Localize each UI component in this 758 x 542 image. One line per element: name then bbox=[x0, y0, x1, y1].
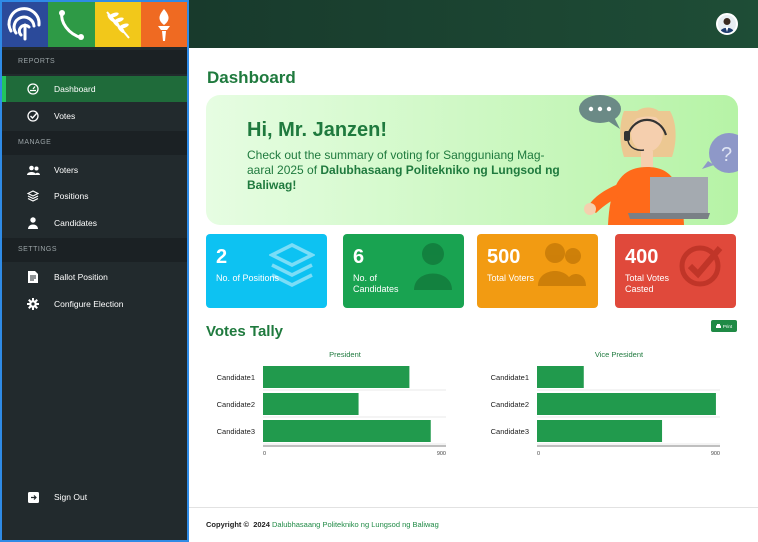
bar-candidate2[interactable] bbox=[537, 393, 716, 415]
sidebar-item-label: Positions bbox=[54, 191, 89, 201]
svg-text:?: ? bbox=[721, 144, 732, 166]
section-label-settings: SETTINGS bbox=[2, 238, 187, 262]
bar-candidate3[interactable] bbox=[537, 420, 663, 442]
bar-chart: Candidate1 Candidate2 Candidate3 0 900 bbox=[217, 366, 446, 457]
tick-label: 0 bbox=[537, 451, 540, 457]
copyright-prefix: Copyright © bbox=[206, 520, 250, 529]
user-icon bbox=[26, 216, 40, 230]
stat-label: No. of Candidates bbox=[353, 273, 399, 294]
users-icon bbox=[538, 243, 586, 286]
school-link[interactable]: Dalubhasaang Politekniko ng Lungsod ng B… bbox=[272, 520, 439, 529]
stat-value: 500 bbox=[487, 246, 521, 268]
category-label: Candidate2 bbox=[491, 400, 529, 409]
stat-card-voters[interactable]: 500 Total Voters bbox=[477, 234, 598, 308]
main-content: Dashboard Hi, Mr. Janzen! Check out the … bbox=[189, 48, 758, 542]
printer-icon bbox=[715, 323, 721, 328]
copyright-year: 2024 bbox=[253, 520, 270, 529]
torch-logo bbox=[140, 2, 187, 47]
votes-tally-title: Votes Tally bbox=[206, 323, 283, 340]
copyright-text: Copyright © 2024 Dalubhasaang Politeknik… bbox=[206, 520, 439, 529]
bar-candidate3[interactable] bbox=[263, 420, 431, 442]
tick-label: 900 bbox=[437, 451, 446, 457]
sidebar-item-dashboard[interactable]: Dashboard bbox=[2, 76, 187, 102]
chart-title: Vice President bbox=[594, 350, 644, 359]
print-button[interactable]: Print bbox=[711, 320, 737, 332]
page-title: Dashboard bbox=[207, 68, 296, 87]
sidebar-item-voters[interactable]: Voters bbox=[2, 157, 187, 183]
layers-icon bbox=[26, 189, 40, 203]
stat-value: 2 bbox=[216, 246, 228, 268]
bar-candidate1[interactable] bbox=[537, 366, 584, 388]
sign-out-icon bbox=[26, 490, 40, 504]
category-label: Candidate3 bbox=[217, 427, 255, 436]
check-circle-icon bbox=[26, 109, 40, 123]
sidebar-item-positions[interactable]: Positions bbox=[2, 183, 187, 209]
sidebar-item-label: Voters bbox=[54, 165, 79, 175]
stat-card-candidates[interactable]: 6 No. of Candidates bbox=[343, 234, 464, 308]
stat-value: 6 bbox=[353, 246, 365, 268]
stat-card-votes-casted[interactable]: 400 Total Votes Casted bbox=[615, 234, 736, 308]
category-label: Candidate1 bbox=[491, 373, 529, 382]
category-label: Candidate2 bbox=[217, 400, 255, 409]
sidebar-item-ballot-position[interactable]: Ballot Position bbox=[2, 264, 187, 290]
stat-card-positions[interactable]: 2 No. of Positions bbox=[206, 234, 327, 308]
bar-candidate2[interactable] bbox=[263, 393, 359, 415]
tick-label: 0 bbox=[263, 451, 266, 457]
chart-vice-president: Vice President Candidate1 Candidate2 Candi… bbox=[480, 348, 730, 458]
welcome-banner: Hi, Mr. Janzen! Check out the summary of… bbox=[206, 95, 738, 225]
user-icon bbox=[414, 243, 452, 290]
sidebar-item-label: Candidates bbox=[54, 218, 98, 228]
chart-title: President bbox=[329, 350, 361, 359]
category-label: Candidate3 bbox=[491, 427, 529, 436]
users-icon bbox=[26, 163, 40, 177]
chart-president: President Candidate1 Candidate2 Candidate3… bbox=[206, 348, 456, 458]
sidebar-item-candidates[interactable]: Candidates bbox=[2, 210, 187, 236]
fingerprint-logo bbox=[2, 2, 49, 47]
section-label-manage: MANAGE bbox=[2, 131, 187, 155]
print-label: Print bbox=[722, 323, 733, 329]
sidebar-item-label: Configure Election bbox=[54, 299, 124, 309]
tick-label: 900 bbox=[711, 451, 720, 457]
sidebar-item-configure-election[interactable]: Configure Election bbox=[2, 291, 187, 317]
top-bar bbox=[189, 0, 758, 48]
hero-text: Check out the summary of voting for Sang… bbox=[247, 148, 567, 193]
logo-strip bbox=[2, 2, 187, 47]
support-agent-illustration: ? bbox=[579, 95, 738, 225]
sidebar-item-label: Dashboard bbox=[54, 84, 96, 94]
sidebar-item-votes[interactable]: Votes bbox=[2, 103, 187, 129]
wheat-logo bbox=[94, 2, 141, 47]
app-root: REPORTS Dashboard Votes MANAGE Voters Po… bbox=[0, 0, 758, 542]
dashboard-icon bbox=[26, 82, 40, 96]
avatar[interactable] bbox=[716, 13, 738, 35]
layers-icon bbox=[269, 243, 315, 287]
phone-logo bbox=[48, 2, 95, 47]
sidebar-item-label: Sign Out bbox=[54, 492, 88, 502]
hero-greeting: Hi, Mr. Janzen! bbox=[247, 119, 388, 141]
bar-chart: Candidate1 Candidate2 Candidate3 0 900 bbox=[491, 366, 720, 457]
stat-value: 400 bbox=[625, 246, 659, 268]
category-label: Candidate1 bbox=[217, 373, 255, 382]
check-circle-icon bbox=[679, 245, 723, 287]
bar-candidate1[interactable] bbox=[263, 366, 410, 388]
footer: Copyright © 2024 Dalubhasaang Politeknik… bbox=[189, 507, 758, 542]
sidebar-item-label: Votes bbox=[54, 111, 76, 121]
sidebar: REPORTS Dashboard Votes MANAGE Voters Po… bbox=[0, 0, 189, 542]
section-label-reports: REPORTS bbox=[2, 50, 187, 74]
gear-icon bbox=[26, 297, 40, 311]
document-icon bbox=[26, 270, 40, 284]
sidebar-item-sign-out[interactable]: Sign Out bbox=[2, 484, 187, 510]
sidebar-item-label: Ballot Position bbox=[54, 272, 108, 282]
